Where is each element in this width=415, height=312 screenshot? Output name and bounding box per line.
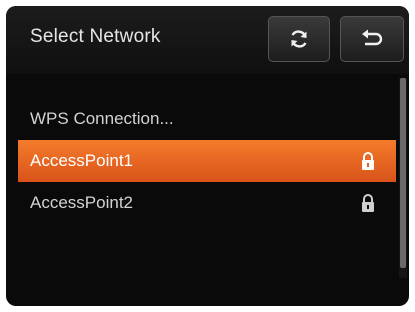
camera-screen: Select Network WPS Connection... AccessP… (6, 6, 409, 306)
header-bar: Select Network (6, 6, 409, 74)
network-list: WPS Connection... AccessPoint1 AccessPoi… (18, 98, 396, 224)
list-item-label: AccessPoint1 (30, 151, 133, 170)
page-title: Select Network (30, 26, 161, 47)
list-item-accesspoint1[interactable]: AccessPoint1 (18, 140, 396, 182)
back-button[interactable] (340, 16, 404, 62)
device-frame: Select Network WPS Connection... AccessP… (0, 0, 415, 312)
list-item-accesspoint2[interactable]: AccessPoint2 (18, 182, 396, 224)
refresh-button[interactable] (268, 16, 330, 62)
list-item-label: WPS Connection... (30, 109, 174, 128)
list-item-wps-connection[interactable]: WPS Connection... (18, 98, 396, 140)
lock-icon (362, 152, 374, 170)
lock-icon (362, 194, 374, 212)
return-icon (362, 29, 383, 46)
list-item-label: AccessPoint2 (30, 193, 133, 212)
scrollbar-thumb[interactable] (400, 78, 406, 268)
refresh-icon (291, 30, 307, 48)
